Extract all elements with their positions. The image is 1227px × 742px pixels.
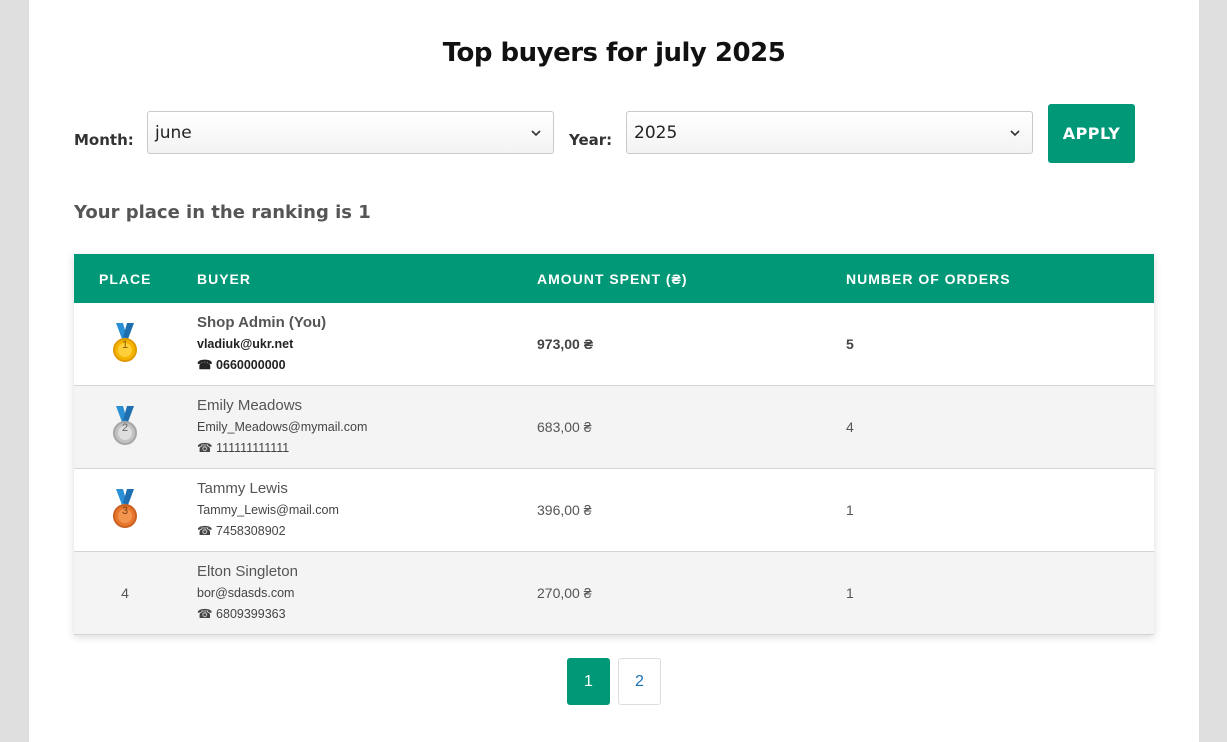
buyer-name: Tammy Lewis	[197, 480, 288, 497]
buyer-phone: ☎ 7458308902	[197, 524, 286, 538]
buyer-email: bor@sdasds.com	[197, 586, 295, 600]
table-row: 4 Elton Singleton bor@sdasds.com ☎ 68093…	[74, 552, 1154, 635]
year-select-value: 2025	[634, 123, 678, 143]
place-cell: 2	[74, 386, 176, 468]
buyer-name: Emily Meadows	[197, 397, 303, 414]
buyer-name: Elton Singleton	[197, 563, 298, 580]
amount-cell: 973,00 ₴	[537, 336, 594, 352]
buyer-phone: ☎ 111111111111	[197, 441, 290, 455]
buyer-email: vladiuk@ukr.net	[197, 337, 294, 351]
table-row: 1 Shop Admin (You) vladiuk@ukr.net ☎ 066…	[74, 303, 1154, 386]
page-button-1[interactable]: 1	[567, 658, 610, 705]
chevron-down-icon	[531, 130, 541, 137]
amount-cell: 396,00 ₴	[537, 502, 592, 518]
medal-number: 2	[121, 422, 129, 434]
buyer-cell: Tammy Lewis Tammy_Lewis@mail.com ☎ 74583…	[197, 480, 339, 539]
chevron-down-icon	[1010, 130, 1020, 137]
header-buyer: BUYER	[197, 271, 252, 287]
amount-cell: 683,00 ₴	[537, 419, 592, 435]
pagination: 1 2	[567, 658, 661, 705]
page-button-2[interactable]: 2	[618, 658, 661, 705]
top-buyers-table: PLACE BUYER AMOUNT SPENT (₴) NUMBER OF O…	[74, 254, 1154, 635]
medal-number: 1	[121, 339, 129, 351]
header-orders: NUMBER OF ORDERS	[846, 271, 1011, 287]
month-select-value: june	[155, 123, 192, 143]
buyer-email: Tammy_Lewis@mail.com	[197, 503, 339, 517]
page: Top buyers for july 2025 Month: june Yea…	[29, 0, 1199, 742]
apply-button[interactable]: APPLY	[1048, 104, 1135, 163]
year-select[interactable]: 2025	[626, 111, 1033, 154]
place-cell: 3	[74, 469, 176, 551]
ranking-text: Your place in the ranking is 1	[74, 202, 371, 223]
buyer-name: Shop Admin (You)	[197, 314, 327, 331]
table-header: PLACE BUYER AMOUNT SPENT (₴) NUMBER OF O…	[74, 254, 1154, 303]
year-label: Year:	[569, 131, 613, 149]
place-cell: 4	[121, 585, 129, 601]
orders-cell: 4	[846, 419, 854, 435]
orders-cell: 5	[846, 336, 854, 352]
table-row: 3 Tammy Lewis Tammy_Lewis@mail.com ☎ 745…	[74, 469, 1154, 552]
medal-number: 3	[121, 505, 129, 517]
table-row: 2 Emily Meadows Emily_Meadows@mymail.com…	[74, 386, 1154, 469]
buyer-cell: Emily Meadows Emily_Meadows@mymail.com ☎…	[197, 397, 367, 456]
month-select[interactable]: june	[147, 111, 554, 154]
buyer-phone: ☎ 6809399363	[197, 607, 286, 621]
buyer-phone: ☎ 0660000000	[197, 358, 286, 372]
month-label: Month:	[74, 131, 134, 149]
place-cell: 1	[74, 303, 176, 385]
orders-cell: 1	[846, 585, 854, 601]
buyer-cell: Elton Singleton bor@sdasds.com ☎ 6809399…	[197, 563, 298, 622]
amount-cell: 270,00 ₴	[537, 585, 592, 601]
header-amount: AMOUNT SPENT (₴)	[537, 271, 688, 287]
header-place: PLACE	[99, 271, 152, 287]
orders-cell: 1	[846, 502, 854, 518]
buyer-cell: Shop Admin (You) vladiuk@ukr.net ☎ 06600…	[197, 314, 326, 373]
buyer-email: Emily_Meadows@mymail.com	[197, 420, 368, 434]
filter-bar: Month: june Year: 2025 APPLY	[29, 0, 1199, 200]
